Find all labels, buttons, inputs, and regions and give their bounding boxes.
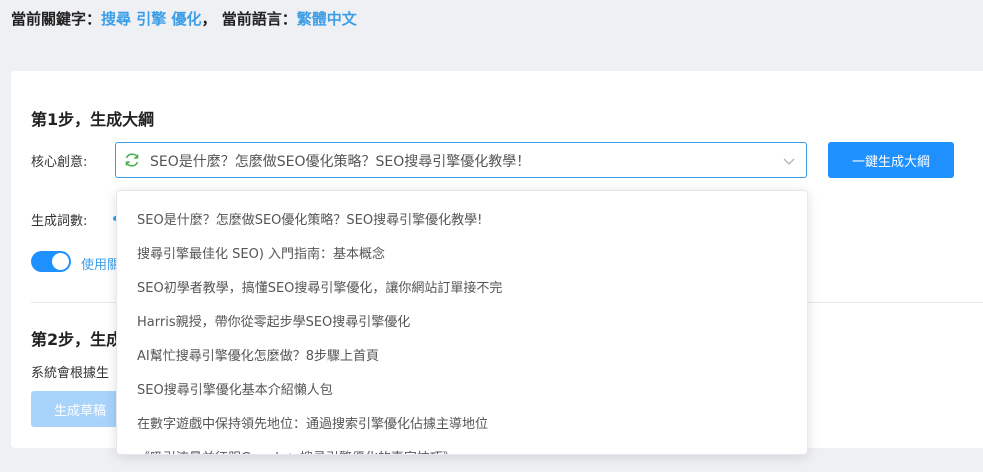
core-idea-select[interactable]: SEO是什麼？怎麼做SEO優化策略？SEO搜尋引擎優化教學！ [115, 142, 807, 178]
separator: ， [201, 10, 217, 28]
current-keyword-bar: 當前關鍵字：搜尋 引擎 優化， 當前語言：繁體中文 [11, 8, 357, 29]
dropdown-option[interactable]: Harris親授，帶你從零起步學SEO搜尋引擎優化 [137, 311, 410, 330]
dropdown-option[interactable]: SEO是什麼？怎麼做SEO優化策略？SEO搜尋引擎優化教學! [137, 209, 482, 228]
generate-draft-button[interactable]: 生成草稿 [31, 391, 129, 427]
language-value: 繁體中文 [296, 10, 357, 28]
keyword-label: 當前關鍵字： [11, 10, 102, 28]
use-keyword-toggle[interactable] [31, 251, 71, 272]
dropdown-option[interactable]: 《吸引流量並征服Google：搜尋引擎優化的專家技巧》 [137, 447, 456, 454]
generate-outline-button[interactable]: 一鍵生成大綱 [828, 142, 954, 178]
language-label: 當前語言： [221, 10, 297, 28]
dropdown-option[interactable]: 搜尋引擎最佳化 SEO) 入門指南：基本概念 [137, 243, 385, 262]
core-idea-value: SEO是什麼？怎麼做SEO優化策略？SEO搜尋引擎優化教學！ [150, 154, 531, 170]
dropdown-option[interactable]: SEO初學者教學，搞懂SEO搜尋引擎優化，讓你網站訂單接不完 [137, 277, 502, 296]
core-idea-dropdown: SEO是什麼？怎麼做SEO優化策略？SEO搜尋引擎優化教學! 搜尋引擎最佳化 S… [116, 190, 808, 455]
loading-spinner-icon [125, 153, 139, 167]
toggle-label: 使用關 [81, 258, 121, 273]
dropdown-option[interactable]: 在數字遊戲中保持領先地位：通過搜索引擎優化佔據主導地位 [137, 413, 488, 432]
chevron-down-icon [783, 158, 795, 165]
step1-title: 第1步，生成大綱 [31, 110, 155, 129]
dropdown-option[interactable]: AI幫忙搜尋引擎優化怎麼做？8步驟上首頁 [137, 345, 379, 364]
dropdown-option[interactable]: SEO搜尋引擎優化基本介紹懶人包 [137, 379, 333, 398]
core-idea-label: 核心創意: [31, 155, 88, 170]
keyword-value: 搜尋 引擎 優化 [101, 10, 202, 28]
toggle-knob [52, 253, 69, 270]
word-count-label: 生成詞數: [31, 214, 88, 229]
step2-description: 系統會根據生 [31, 366, 110, 381]
step2-title: 第2步，生成 [31, 330, 123, 349]
